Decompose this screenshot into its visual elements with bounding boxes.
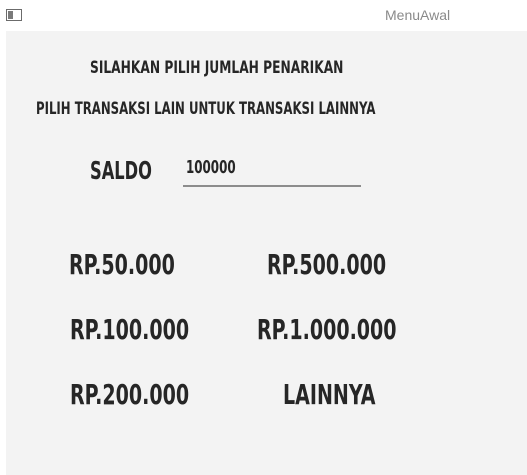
- saldo-label: SALDO: [90, 156, 152, 185]
- withdraw-500000-label: RP.500.000: [267, 247, 387, 281]
- window-titlebar: MenuAwal: [0, 0, 527, 31]
- other-transaction-button[interactable]: LAINNYA: [283, 371, 383, 417]
- withdraw-1000000-label: RP.1.000.000: [257, 312, 397, 346]
- instruction-other-transaction: PILIH TRANSAKSI LAIN UNTUK TRANSAKSI LAI…: [36, 99, 376, 119]
- withdraw-200000-label: RP.200.000: [70, 377, 190, 411]
- withdraw-50000-label: RP.50.000: [69, 247, 175, 281]
- withdraw-200000-button[interactable]: RP.200.000: [70, 371, 200, 417]
- withdraw-1000000-button[interactable]: RP.1.000.000: [257, 306, 409, 352]
- main-panel: SILAHKAN PILIH JUMLAH PENARIKAN PILIH TR…: [6, 31, 527, 475]
- withdraw-500000-button[interactable]: RP.500.000: [267, 241, 397, 287]
- withdraw-50000-button[interactable]: RP.50.000: [69, 241, 187, 287]
- withdraw-100000-button[interactable]: RP.100.000: [70, 306, 200, 352]
- window-title: MenuAwal: [385, 7, 451, 23]
- app-window-icon: [6, 9, 22, 21]
- other-transaction-label: LAINNYA: [283, 377, 376, 411]
- saldo-value[interactable]: 100000: [186, 157, 236, 178]
- withdraw-100000-label: RP.100.000: [70, 312, 190, 346]
- instruction-withdraw-amount: SILAHKAN PILIH JUMLAH PENARIKAN: [90, 58, 344, 78]
